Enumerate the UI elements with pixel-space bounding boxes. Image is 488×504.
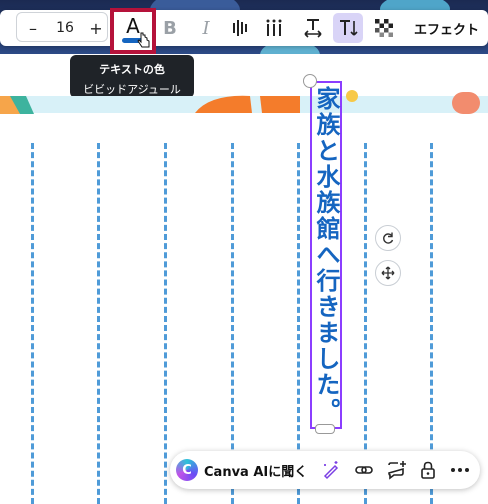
dashed-line <box>297 143 300 504</box>
text-spacing-icon <box>304 19 322 38</box>
dashed-line <box>31 143 34 504</box>
dashed-line <box>164 143 167 504</box>
dashed-line <box>97 143 100 504</box>
checkerboard-icon <box>375 19 393 37</box>
rotate-button[interactable] <box>375 225 401 251</box>
tooltip-title: テキストの色 <box>99 63 165 76</box>
dashed-line <box>430 143 433 504</box>
vertical-text-button[interactable] <box>333 13 363 43</box>
font-size-increase-button[interactable]: + <box>86 10 106 46</box>
move-icon <box>381 266 395 280</box>
dashed-line <box>231 143 234 504</box>
rotate-icon <box>383 232 394 244</box>
vertical-text[interactable]: 家族と水族館へ行きました。 <box>310 81 342 429</box>
comment-plus-icon <box>388 461 406 480</box>
magic-edit-button[interactable] <box>321 451 341 489</box>
vertical-text-icon <box>340 20 358 36</box>
bold-button[interactable]: B <box>158 10 182 46</box>
font-size-decrease-button[interactable]: – <box>22 10 44 46</box>
resize-handle-bottom[interactable] <box>315 424 335 434</box>
text-color-button[interactable]: A <box>113 10 153 48</box>
rotate-handle-top[interactable] <box>303 74 317 88</box>
more-dots-icon <box>451 468 469 472</box>
floating-action-bar: C Canva AIに聞く <box>170 451 480 489</box>
canva-ai-label: Canva AIに聞く <box>204 464 308 480</box>
decorative-shapes <box>0 90 480 114</box>
list-button[interactable] <box>262 10 286 46</box>
add-comment-button[interactable] <box>386 451 408 489</box>
lock-icon <box>421 461 435 479</box>
dashed-line <box>364 143 367 504</box>
text-toolbar: – 16 + A B I エフェクト <box>0 8 488 54</box>
magic-pen-icon <box>323 461 339 480</box>
lock-button[interactable] <box>419 451 437 489</box>
font-size-input[interactable]: 16 <box>48 10 82 46</box>
more-options-button[interactable] <box>450 451 470 489</box>
italic-button[interactable]: I <box>194 10 218 46</box>
canva-ai-logo-icon: C <box>176 459 198 481</box>
link-button[interactable] <box>354 451 374 489</box>
effects-button[interactable]: エフェクト <box>408 10 488 46</box>
move-button[interactable] <box>375 260 401 286</box>
spacing-button[interactable] <box>300 10 326 46</box>
canva-ai-button[interactable]: C Canva AIに聞く <box>176 451 307 489</box>
hand-cursor-icon <box>137 32 150 48</box>
vertical-list-icon <box>266 19 282 36</box>
transparency-button[interactable] <box>371 10 397 46</box>
text-align-button[interactable] <box>228 10 252 46</box>
align-vertical-icon <box>233 20 247 36</box>
link-icon <box>355 466 373 474</box>
